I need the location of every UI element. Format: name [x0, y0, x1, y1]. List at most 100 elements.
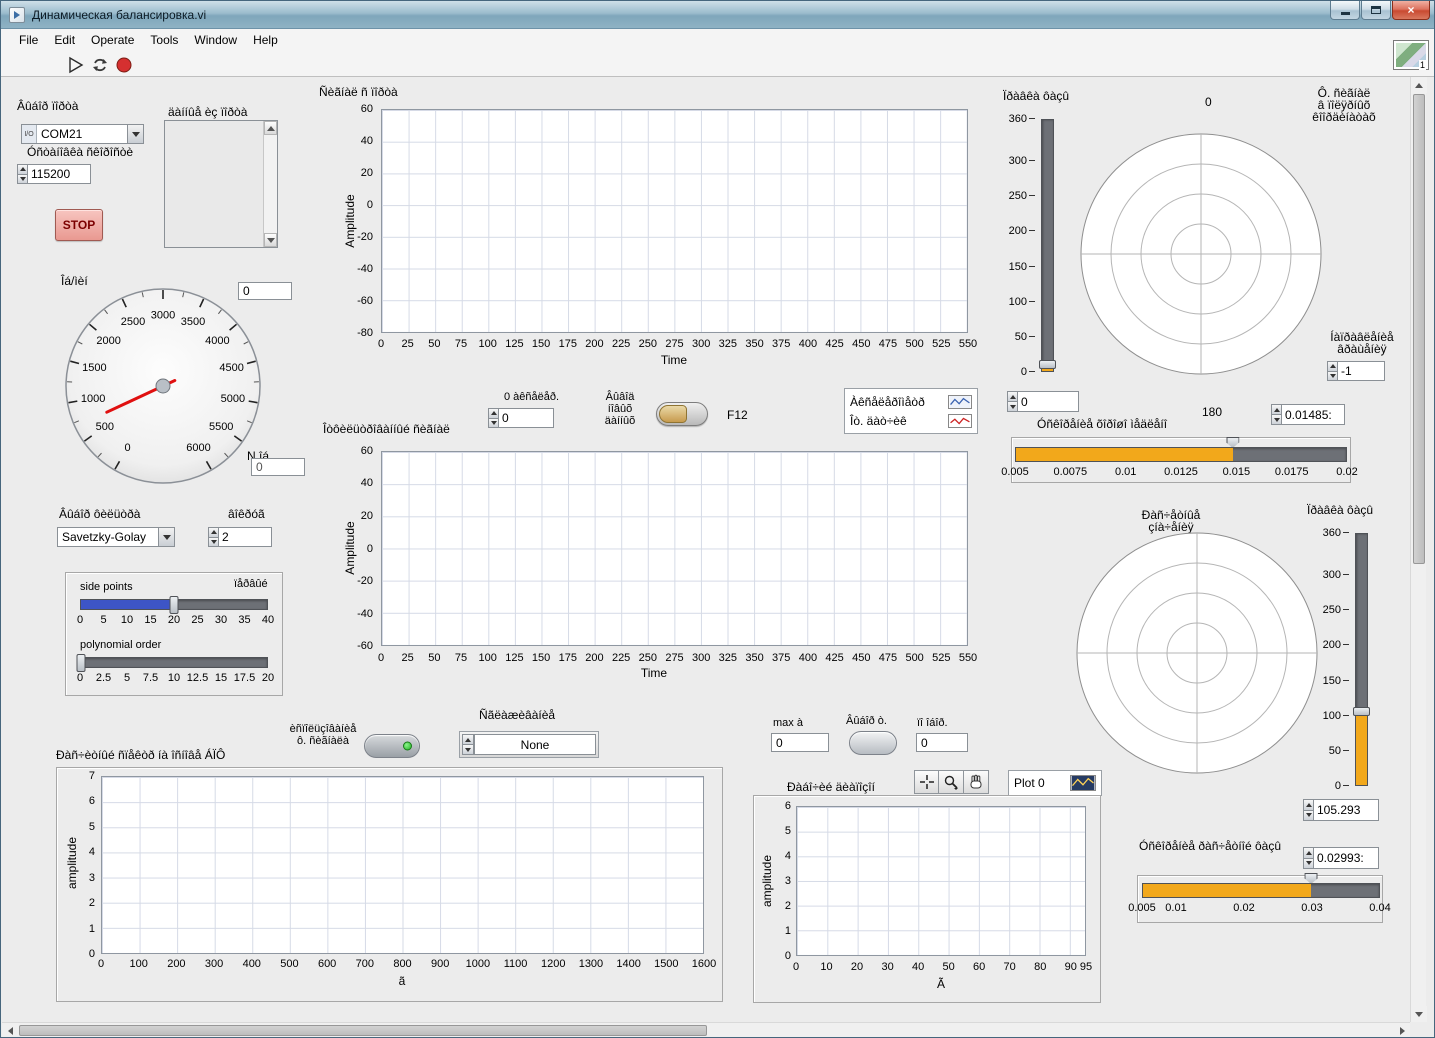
- slider-thumb[interactable]: [1353, 707, 1370, 716]
- increment-decrement-icon[interactable]: [1007, 391, 1018, 412]
- accel-readout-manual[interactable]: 0.01485:: [1271, 404, 1345, 425]
- accel-zero-input[interactable]: 0: [488, 408, 554, 428]
- spectrum-yticks: 76543210: [75, 776, 99, 954]
- menu-item-operate[interactable]: Operate: [83, 30, 142, 50]
- accel-slider-manual[interactable]: [1015, 447, 1347, 462]
- abort-button[interactable]: [113, 54, 135, 75]
- menu-item-tools[interactable]: Tools: [142, 30, 186, 50]
- port-data-box[interactable]: [164, 120, 278, 248]
- new-data-label: Âûâîäíîâûõäàííûõ: [593, 391, 647, 427]
- scroll-up-button[interactable]: [264, 121, 277, 135]
- slider-thumb[interactable]: [77, 654, 86, 672]
- raw-chart-xlabel: Time: [654, 353, 694, 367]
- increment-decrement-icon[interactable]: [17, 164, 28, 184]
- scroll-left-button[interactable]: [2, 1023, 18, 1038]
- range-xticks: 010203040506070809095: [796, 961, 1086, 973]
- new-data-toggle[interactable]: [656, 402, 708, 426]
- increment-decrement-icon[interactable]: [1303, 799, 1314, 821]
- increment-decrement-icon[interactable]: [1303, 847, 1314, 869]
- chevron-down-icon[interactable]: [127, 125, 143, 143]
- svg-text:6000: 6000: [186, 442, 210, 454]
- phase-readout-manual[interactable]: 0: [1007, 391, 1079, 412]
- spectrum-xticks: 0100200300400500600700800900100011001200…: [101, 958, 704, 970]
- filter-dropdown[interactable]: Savetzky-Golay: [57, 527, 175, 547]
- increment-decrement-icon[interactable]: [1327, 361, 1338, 381]
- port-data-scrollbar[interactable]: [263, 121, 277, 247]
- spectrum-title: Ðàñ÷èòíûé ñïåêòð íà îñíîâå ÁÏÔ: [56, 748, 225, 762]
- poly-order-slider[interactable]: [80, 657, 268, 668]
- phase-slider-manual[interactable]: 360300250200150100500: [1003, 119, 1065, 372]
- rotation-direction-label: Íàïðàâëåíèåâðàùåíèÿ: [1317, 331, 1407, 355]
- range-chart: [796, 806, 1086, 956]
- menu-item-help[interactable]: Help: [245, 30, 286, 50]
- hand-icon: [968, 774, 984, 790]
- accel-slider-calc[interactable]: [1142, 883, 1380, 898]
- slider-thumb[interactable]: [1226, 437, 1239, 448]
- maximize-button[interactable]: [1361, 1, 1391, 20]
- side-points-slider[interactable]: [80, 599, 268, 610]
- signal-legend: Àêñåëåðîìåòð Îò. äàò÷èê: [844, 388, 978, 434]
- slider-thumb[interactable]: [1305, 873, 1318, 884]
- panel-horizontal-scrollbar[interactable]: [2, 1022, 1410, 1038]
- magnifier-icon: [943, 774, 959, 790]
- slider-track[interactable]: [80, 599, 268, 610]
- slider-track[interactable]: [1355, 533, 1368, 786]
- spectrum-chart: [101, 776, 704, 954]
- cursor-tool-button[interactable]: [914, 770, 939, 794]
- raw-chart-title: Ñèãíàë ñ ïîðòà: [319, 85, 398, 99]
- svg-text:4000: 4000: [205, 335, 229, 347]
- scroll-down-button[interactable]: [264, 233, 277, 247]
- vi-icon-pane[interactable]: 1: [1393, 40, 1429, 70]
- minimize-button[interactable]: [1330, 1, 1360, 20]
- smoothing-combo[interactable]: None: [459, 731, 599, 758]
- rotation-direction-input[interactable]: -1: [1327, 361, 1385, 381]
- menu-item-edit[interactable]: Edit: [46, 30, 83, 50]
- minimize-icon: [1341, 12, 1350, 15]
- increment-decrement-icon[interactable]: [1271, 404, 1282, 425]
- scroll-up-button[interactable]: [1411, 77, 1427, 93]
- stop-button[interactable]: STOP: [55, 209, 103, 241]
- vi-window-icon: [9, 7, 25, 23]
- menu-item-window[interactable]: Window: [186, 30, 245, 50]
- phase-manual-ticks: 360300250200150100500: [1003, 119, 1037, 372]
- legend-item-accelerometer[interactable]: Àêñåëåðîìåòð: [850, 395, 972, 409]
- scrollbar-corner: [1410, 1022, 1426, 1038]
- chevron-down-icon[interactable]: [158, 528, 174, 546]
- scroll-down-button[interactable]: [1411, 1006, 1427, 1022]
- baud-input[interactable]: 115200: [17, 164, 91, 184]
- scrollbar-thumb[interactable]: [19, 1025, 707, 1036]
- phase-readout-calc[interactable]: 105.293: [1303, 799, 1379, 821]
- labview-window: Динамическая балансировка.vi × File Edit…: [0, 0, 1435, 1038]
- t-select-toggle[interactable]: [849, 731, 897, 755]
- slider-thumb[interactable]: [170, 596, 179, 614]
- toolbar: [1, 51, 1434, 77]
- filter-params-frame: side points ïåðâûé 0510152025303540 poly…: [65, 572, 283, 696]
- accel-manual-label: Óñêîðåíèå õîðîøî ìåäëåíî: [1037, 417, 1167, 431]
- phase-slider-calc[interactable]: 360300250200150100500: [1317, 533, 1379, 786]
- polar-signal-plot: [1076, 129, 1326, 379]
- slider-track[interactable]: [1041, 119, 1054, 372]
- scroll-right-button[interactable]: [1394, 1023, 1410, 1038]
- accel-readout-calc[interactable]: 0.02993:: [1303, 847, 1379, 869]
- filter-value: Savetzky-Golay: [58, 528, 158, 546]
- filter-window-input[interactable]: 2: [208, 527, 272, 547]
- increment-decrement-icon[interactable]: [462, 734, 474, 755]
- legend-item-opt-sensor[interactable]: Îò. äàò÷èê: [850, 414, 972, 428]
- slider-track[interactable]: [1142, 883, 1380, 898]
- increment-decrement-icon[interactable]: [208, 527, 219, 547]
- menu-item-file[interactable]: File: [11, 30, 46, 50]
- port-dropdown[interactable]: I/O COM21: [21, 124, 144, 144]
- close-button[interactable]: ×: [1392, 1, 1430, 20]
- slider-thumb[interactable]: [1039, 360, 1056, 369]
- increment-decrement-icon[interactable]: [488, 408, 499, 428]
- pan-tool-button[interactable]: [964, 770, 989, 794]
- slider-track[interactable]: [1015, 447, 1347, 462]
- use-filtered-toggle[interactable]: [364, 734, 420, 758]
- slider-track[interactable]: [80, 657, 268, 668]
- panel-vertical-scrollbar[interactable]: [1410, 77, 1426, 1022]
- scrollbar-thumb[interactable]: [1413, 94, 1425, 564]
- zoom-tool-button[interactable]: [939, 770, 964, 794]
- svg-text:2000: 2000: [96, 335, 120, 347]
- run-button[interactable]: [65, 54, 87, 75]
- run-continuous-button[interactable]: [89, 54, 111, 75]
